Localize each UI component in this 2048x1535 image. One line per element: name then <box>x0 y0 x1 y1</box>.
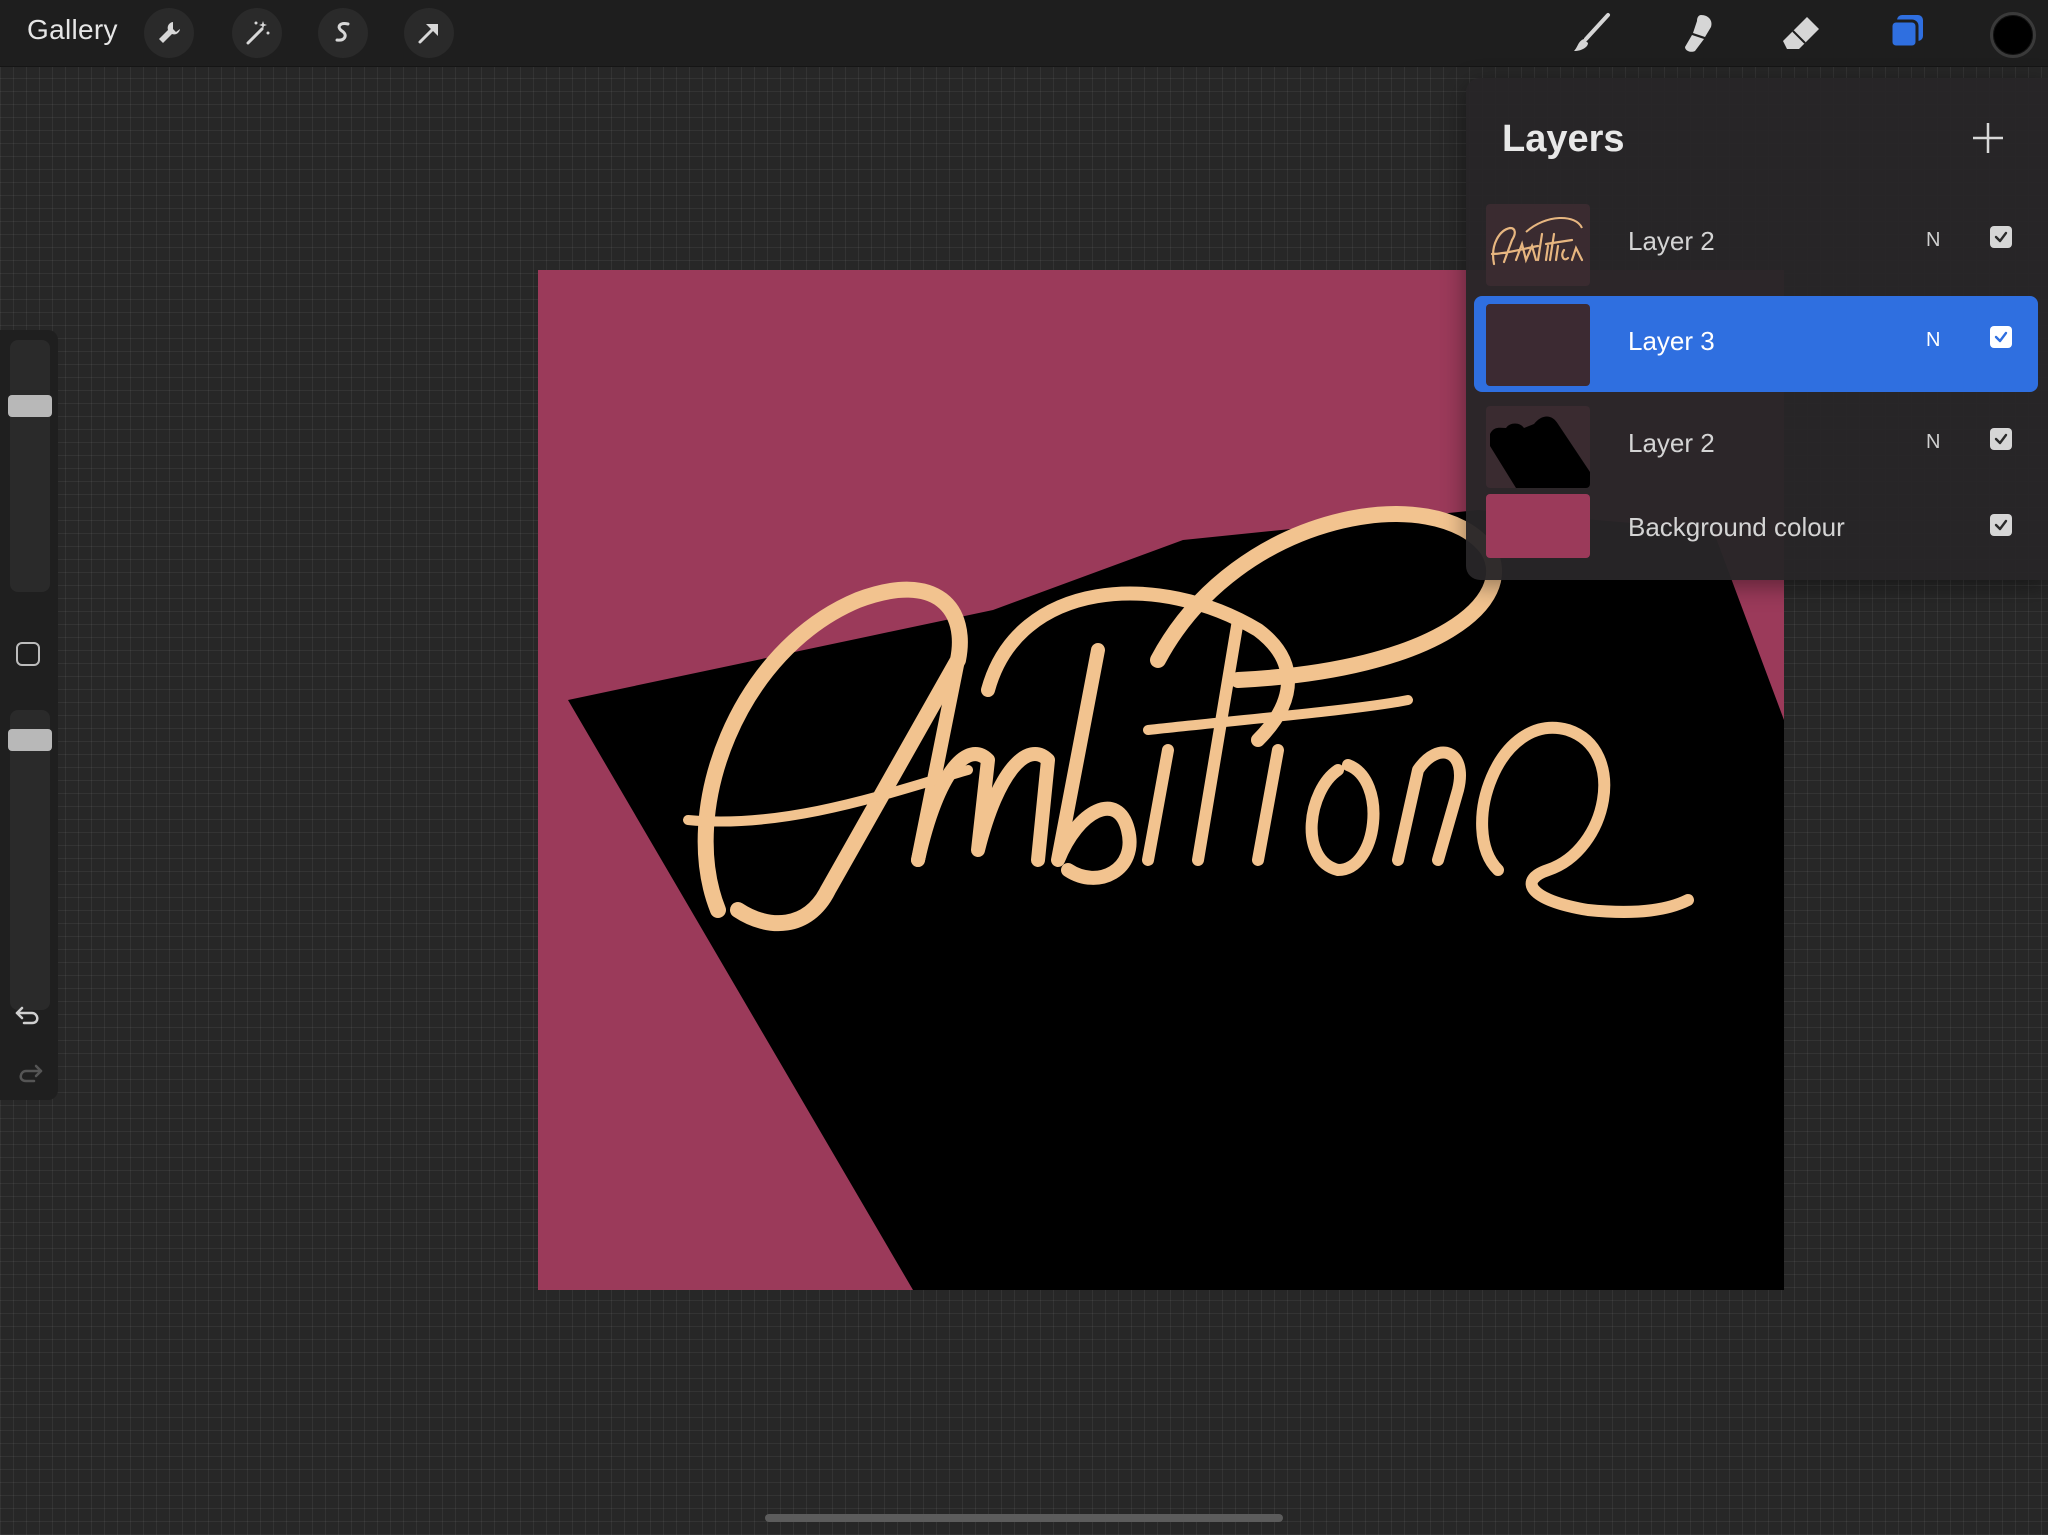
redo-icon[interactable] <box>12 1056 46 1090</box>
wrench-icon <box>159 22 180 43</box>
undo-icon[interactable] <box>12 998 46 1032</box>
visibility-checkbox[interactable] <box>1990 428 2012 450</box>
selection-s-icon <box>335 22 350 42</box>
checkmark-icon <box>1994 519 2008 531</box>
layer-row[interactable]: Layer 2 N <box>1474 398 2038 494</box>
visibility-checkbox[interactable] <box>1990 226 2012 248</box>
layers-button[interactable] <box>1884 10 1930 56</box>
plus-icon[interactable] <box>1970 120 2006 156</box>
adjustments-button[interactable] <box>232 8 282 58</box>
checkmark-icon <box>1994 433 2008 445</box>
opacity-slider[interactable] <box>8 710 52 1010</box>
smudge-button[interactable] <box>1674 10 1720 56</box>
home-indicator[interactable] <box>765 1514 1283 1522</box>
checkmark-icon <box>1994 331 2008 343</box>
visibility-checkbox[interactable] <box>1990 514 2012 536</box>
smudge-icon <box>1685 15 1712 52</box>
workspace: Gallery Layers Layer 2 N Layer 3 N Layer… <box>0 0 2048 1535</box>
layers-panel: Layers Layer 2 N Layer 3 N Layer 2 N Bac… <box>1466 78 2048 580</box>
layer-thumbnail <box>1486 304 1590 386</box>
layer-row-background[interactable]: Background colour <box>1474 488 2038 564</box>
gallery-button[interactable]: Gallery <box>27 14 118 46</box>
eraser-icon <box>1783 17 1819 49</box>
visibility-checkbox[interactable] <box>1990 326 2012 348</box>
top-toolbar: Gallery <box>0 0 2048 67</box>
brush-size-slider[interactable] <box>8 340 52 592</box>
layer-name: Layer 2 <box>1628 226 1715 256</box>
color-picker-swatch[interactable] <box>1990 12 2036 58</box>
opacity-handle[interactable] <box>8 729 52 752</box>
eraser-button[interactable] <box>1778 10 1824 56</box>
brush-button[interactable] <box>1569 10 1615 56</box>
layer-row-selected[interactable]: Layer 3 N <box>1474 296 2038 392</box>
blend-mode-button[interactable]: N <box>1926 431 1940 454</box>
brush-icon <box>1574 13 1610 51</box>
layers-icon <box>1889 15 1923 49</box>
layer-row[interactable]: Layer 2 N <box>1474 196 2038 292</box>
blend-mode-button[interactable]: N <box>1926 229 1940 252</box>
blend-mode-button[interactable]: N <box>1926 329 1940 352</box>
lettering-thumbnail <box>1490 216 1584 266</box>
layer-name: Layer 2 <box>1628 428 1715 458</box>
layer-name: Layer 3 <box>1628 326 1715 356</box>
actions-button[interactable] <box>144 8 194 58</box>
layers-title: Layers <box>1502 118 1625 160</box>
layer-thumbnail <box>1486 204 1590 286</box>
magic-wand-icon <box>246 21 270 45</box>
background-color-thumbnail[interactable] <box>1486 494 1590 558</box>
shadow-thumbnail <box>1490 416 1590 488</box>
transform-button[interactable] <box>404 8 454 58</box>
layer-name: Background colour <box>1628 512 1845 542</box>
modify-square-icon[interactable] <box>16 642 40 666</box>
checkmark-icon <box>1994 231 2008 243</box>
selection-button[interactable] <box>318 8 368 58</box>
transform-arrow-icon <box>418 24 438 44</box>
left-sidebar <box>0 330 58 1100</box>
layer-thumbnail <box>1486 406 1590 488</box>
brush-size-handle[interactable] <box>8 395 52 418</box>
